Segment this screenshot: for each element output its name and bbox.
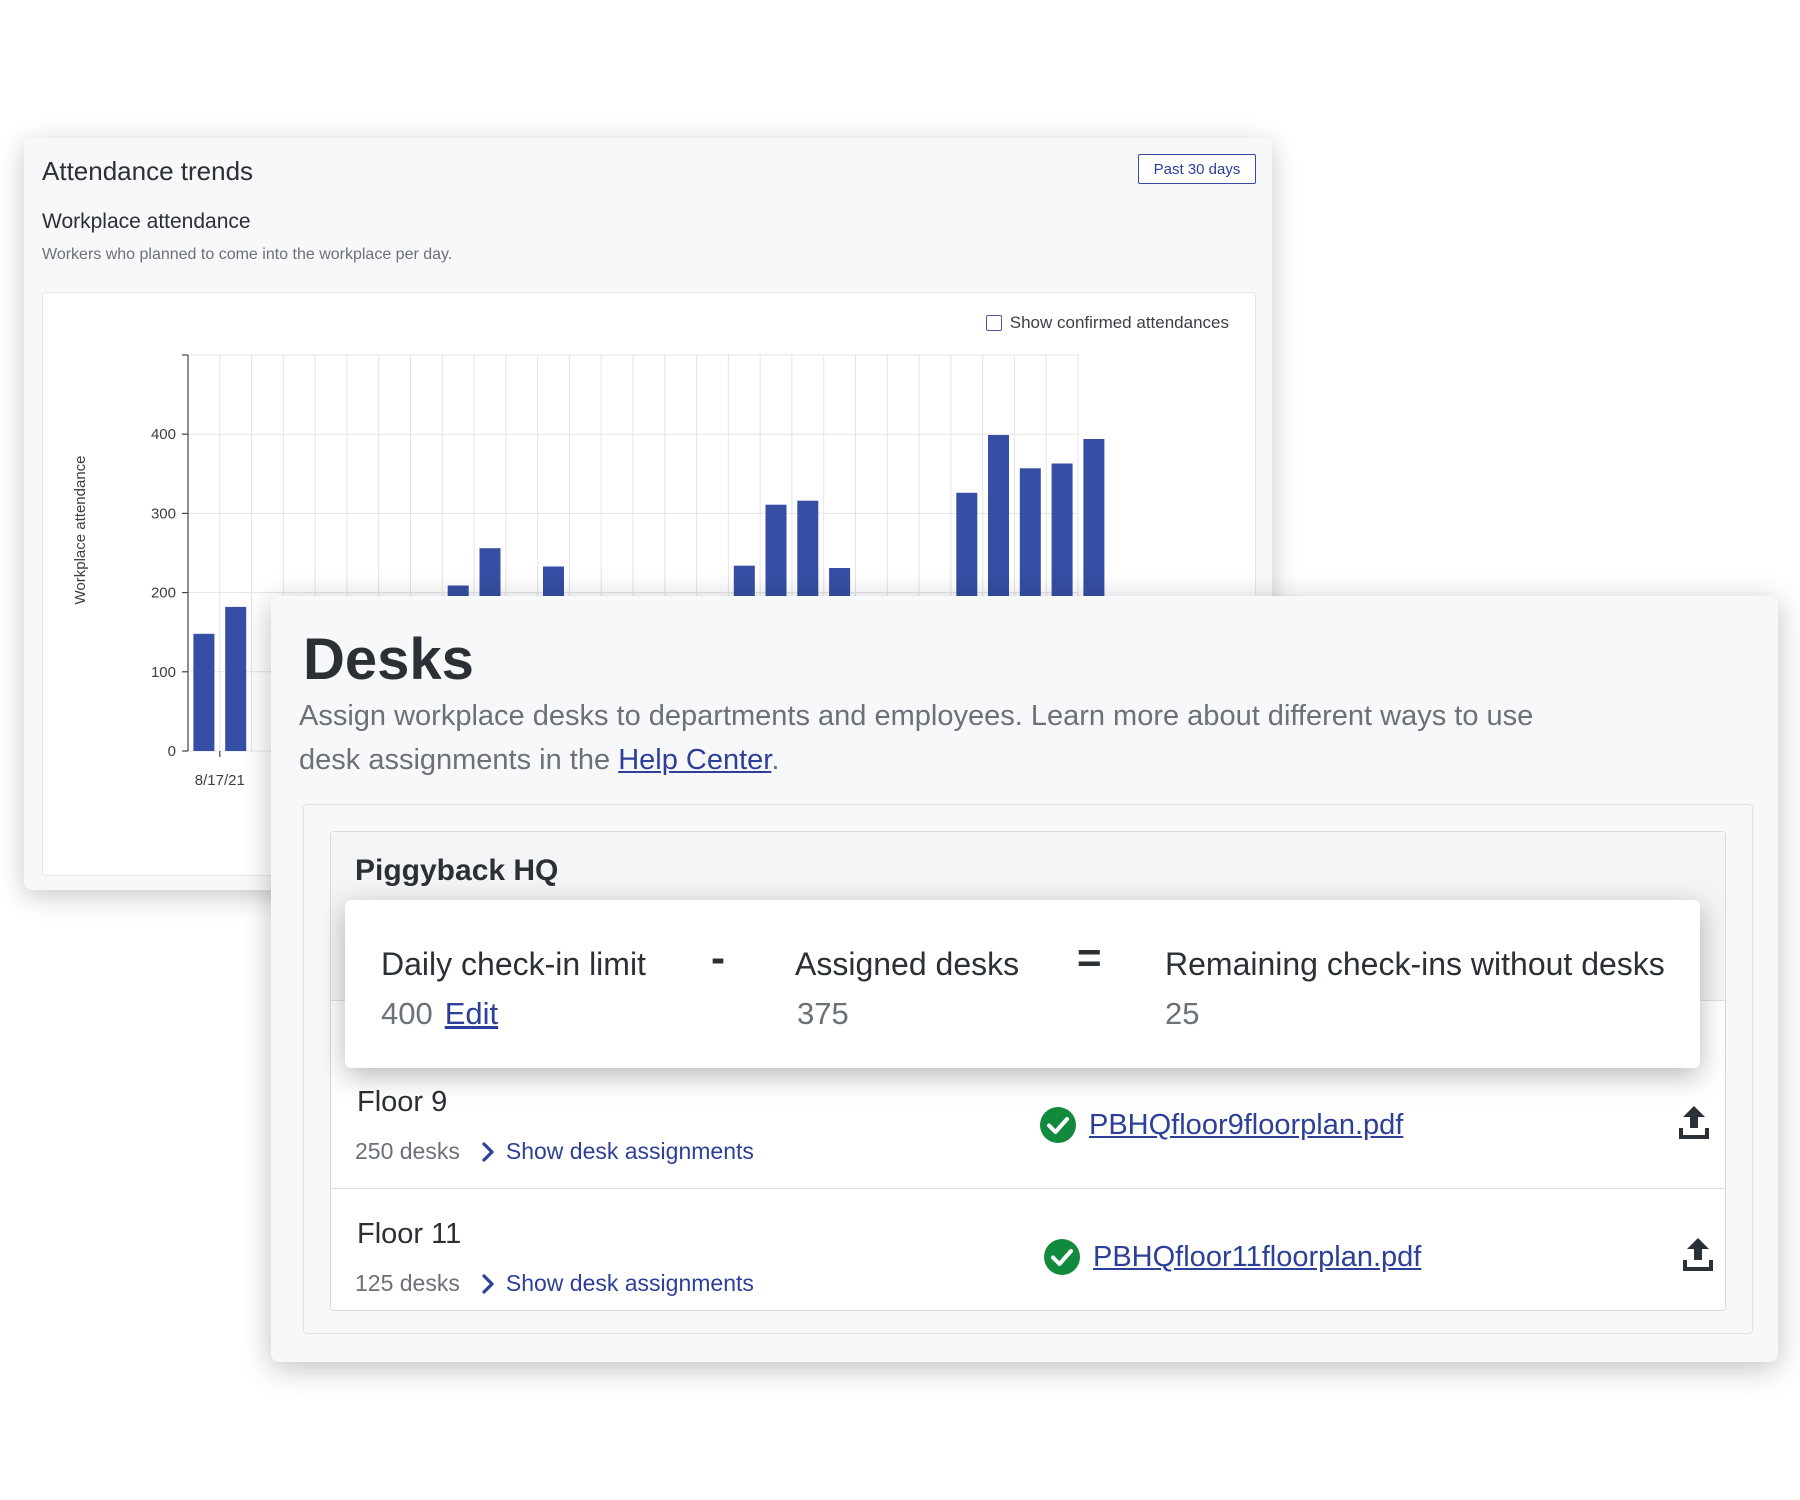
- x-tick-label: 8/17/21: [195, 772, 245, 789]
- desks-description: Assign workplace desks to departments an…: [299, 694, 1599, 782]
- desks-description-text: Assign workplace desks to departments an…: [299, 700, 1534, 776]
- locations-panel: Piggyback HQ Floor 9 250 desks Show desk…: [303, 804, 1753, 1334]
- page-title: Desks: [303, 627, 474, 692]
- floorplan-file-link[interactable]: PBHQfloor9floorplan.pdf: [1089, 1109, 1403, 1142]
- upload-icon[interactable]: [1681, 1236, 1715, 1274]
- floorplan-file: PBHQfloor11floorplan.pdf: [1043, 1238, 1421, 1276]
- floor-name: Floor 9: [357, 1086, 448, 1118]
- y-tick-label: 400: [151, 426, 176, 443]
- minus-operator: -: [711, 934, 725, 981]
- floor-row: Floor 9 250 desks Show desk assignments …: [331, 1058, 1725, 1189]
- assigned-desks-value: 375: [797, 996, 849, 1031]
- desk-count: 125 desks: [355, 1270, 460, 1296]
- show-desk-assignments-link[interactable]: Show desk assignments: [506, 1270, 754, 1297]
- y-tick-label: 300: [151, 505, 176, 522]
- daily-limit-value: 400: [381, 996, 433, 1031]
- desk-count: 250 desks: [355, 1138, 460, 1164]
- remaining-checkins-label: Remaining check-ins without desks: [1165, 946, 1665, 982]
- chart-description: Workers who planned to come into the wor…: [42, 246, 453, 263]
- floor-meta: 250 desks Show desk assignments: [355, 1138, 754, 1165]
- desks-description-end: .: [771, 744, 780, 776]
- equals-operator: =: [1077, 934, 1102, 981]
- edit-limit-link[interactable]: Edit: [445, 996, 498, 1031]
- check-circle-icon: [1040, 1107, 1076, 1143]
- attendance-title: Attendance trends: [42, 156, 254, 186]
- floorplan-file-link[interactable]: PBHQfloor11floorplan.pdf: [1093, 1241, 1421, 1274]
- assigned-desks-label: Assigned desks: [795, 946, 1020, 982]
- chart-bar: [193, 633, 215, 751]
- floor-meta: 125 desks Show desk assignments: [355, 1270, 754, 1297]
- floorplan-file: PBHQfloor9floorplan.pdf: [1039, 1106, 1403, 1144]
- check-circle-icon: [1044, 1239, 1080, 1275]
- y-axis-label: Workplace attendance: [72, 456, 89, 605]
- y-tick-label: 0: [168, 743, 176, 760]
- help-center-link[interactable]: Help Center: [618, 744, 771, 776]
- daily-limit-value-wrap: 400 Edit: [381, 996, 498, 1032]
- chevron-right-icon[interactable]: [480, 1141, 496, 1162]
- y-tick-label: 200: [151, 585, 176, 602]
- chart-subtitle: Workplace attendance: [42, 210, 251, 233]
- floor-row: Floor 11 125 desks Show desk assignments…: [331, 1190, 1725, 1308]
- floor-name: Floor 11: [357, 1218, 462, 1250]
- chevron-right-icon[interactable]: [480, 1273, 496, 1294]
- daily-limit-label: Daily check-in limit: [381, 946, 646, 982]
- upload-icon[interactable]: [1677, 1104, 1711, 1142]
- chart-bar: [225, 606, 247, 751]
- location-name: Piggyback HQ: [355, 854, 559, 887]
- y-tick-label: 100: [151, 664, 176, 681]
- show-desk-assignments-link[interactable]: Show desk assignments: [506, 1138, 754, 1165]
- remaining-checkins-value: 25: [1165, 996, 1200, 1031]
- date-range-button[interactable]: Past 30 days: [1138, 154, 1256, 184]
- checkin-summary-popover: Daily check-in limit 400 Edit - Assigned …: [345, 900, 1700, 1068]
